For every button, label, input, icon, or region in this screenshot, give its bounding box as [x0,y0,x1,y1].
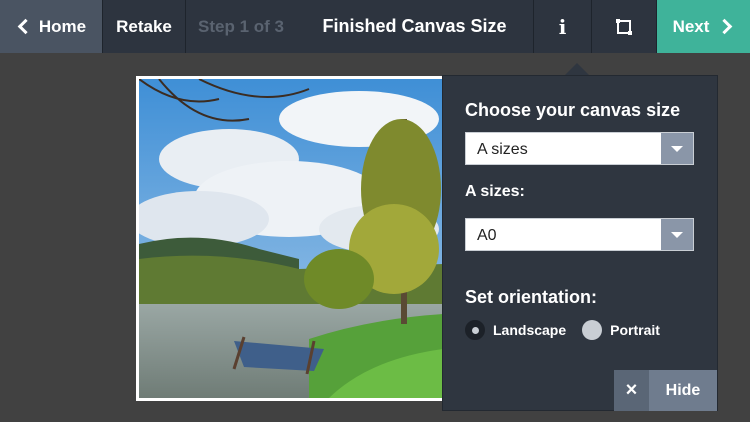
sizes-heading: A sizes: [465,183,525,200]
landscape-label[interactable]: Landscape [493,322,566,338]
size-value: A0 [477,227,497,244]
crop-icon [616,18,632,35]
chevron-left-icon [17,18,34,35]
step-label: Step 1 of 3 [198,16,284,36]
chevron-right-icon [717,18,733,35]
top-toolbar: Home Retake Step 1 of 3 Finished Canvas … [0,0,750,53]
orientation-options: Landscape Portrait [465,320,660,340]
chevron-down-icon[interactable] [661,219,693,250]
canvas-size-panel: Choose your canvas size A sizes A sizes:… [442,75,718,411]
page-title: Finished Canvas Size [296,0,534,53]
crop-button[interactable] [592,0,657,53]
next-label: Next [672,16,710,36]
portrait-radio[interactable] [582,320,603,340]
home-label: Home [38,16,87,36]
page-title-text: Finished Canvas Size [322,16,507,36]
canvas-preview[interactable] [136,76,446,401]
chevron-down-icon[interactable] [661,133,693,164]
portrait-label[interactable]: Portrait [610,322,660,338]
size-select[interactable]: A0 [465,218,694,251]
step-indicator: Step 1 of 3 [186,0,296,53]
retake-label: Retake [116,16,172,36]
hide-label: Hide [649,370,717,411]
hide-button[interactable]: × Hide [614,370,717,411]
info-button[interactable]: i [534,0,592,53]
info-icon: i [558,14,567,39]
photo-preview [139,79,443,398]
close-icon: × [614,370,649,411]
retake-button[interactable]: Retake [103,0,186,53]
next-button[interactable]: Next [657,0,750,53]
home-button[interactable]: Home [0,0,103,53]
canvas-size-heading: Choose your canvas size [465,100,681,120]
orientation-heading: Set orientation: [465,287,598,307]
size-type-value: A sizes [477,141,528,158]
landscape-radio[interactable] [465,320,485,340]
size-type-select[interactable]: A sizes [465,132,694,165]
